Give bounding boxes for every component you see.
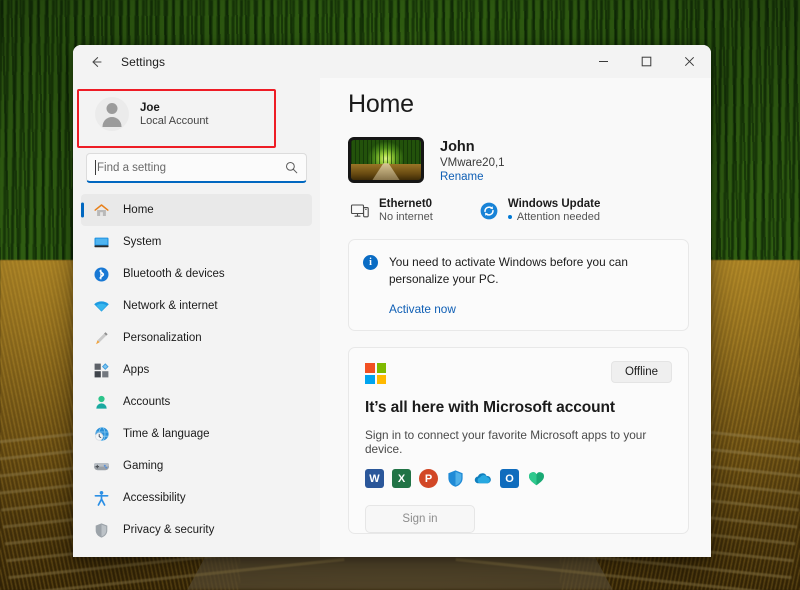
sidebar-item-label: Apps [123,364,149,376]
status-subtitle-wrap: Attention needed [508,211,601,223]
activate-now-link[interactable]: Activate now [389,302,672,316]
microsoft-logo-icon [365,363,386,384]
minimize-icon [598,56,609,67]
sidebar-item-label: Bluetooth & devices [123,268,225,280]
account-type: Local Account [140,115,209,127]
sidebar-item-label: Accounts [123,396,170,408]
thumbnail-canopy [351,140,421,165]
paintbrush-icon [93,330,110,347]
powerpoint-icon: P [419,469,438,488]
windows-update-icon [479,201,499,221]
search-icon[interactable] [285,161,298,174]
activation-body: You need to activate Windows before you … [389,254,672,316]
sidebar-item-time-language[interactable]: Time & language [81,418,312,450]
sidebar-navigation: Home System [81,194,312,546]
sidebar-item-system[interactable]: System [81,226,312,258]
status-row: Ethernet0 No internet Windows Update [350,198,689,223]
onedrive-icon [473,469,492,488]
sidebar-item-personalization[interactable]: Personalization [81,322,312,354]
microsoft-account-subtext: Sign in to connect your favorite Microso… [365,428,672,456]
search-container [86,153,307,183]
account-card[interactable]: Joe Local Account [85,87,308,141]
activation-message: You need to activate Windows before you … [389,254,672,288]
home-icon [93,202,110,219]
activation-card: i You need to activate Windows before yo… [348,239,689,331]
microsoft-account-heading: It’s all here with Microsoft account [365,399,672,417]
accessibility-icon [93,490,110,507]
health-icon [527,469,546,488]
shield-icon [93,522,110,539]
wifi-icon [93,298,110,315]
excel-icon: X [392,469,411,488]
maximize-button[interactable] [625,45,668,78]
app-icon-row: W X P O [365,469,672,488]
status-subtitle: Attention needed [517,211,600,223]
clock-globe-icon [93,426,110,443]
activation-inner: i You need to activate Windows before yo… [363,254,672,316]
defender-icon [446,469,465,488]
sidebar-item-label: System [123,236,161,248]
sidebar-item-network-internet[interactable]: Network & internet [81,290,312,322]
page-title: Home [348,90,689,119]
sidebar-item-apps[interactable]: Apps [81,354,312,386]
account-text: Joe Local Account [140,102,209,127]
sidebar-item-label: Gaming [123,460,163,472]
window-titlebar[interactable]: Settings [73,45,711,78]
status-badge: Offline [611,361,672,383]
minimize-button[interactable] [582,45,625,78]
word-icon: W [365,469,384,488]
sidebar-item-gaming[interactable]: Gaming [81,450,312,482]
sidebar-item-home[interactable]: Home [81,194,312,226]
sidebar-item-label: Privacy & security [123,524,214,536]
device-meta: John VMware20,1 Rename [440,137,505,183]
gamepad-icon [93,458,110,475]
sidebar-item-label: Time & language [123,428,210,440]
close-button[interactable] [668,45,711,78]
sidebar-item-label: Personalization [123,332,202,344]
status-title: Ethernet0 [379,198,433,210]
bluetooth-icon [93,266,110,283]
sidebar: Joe Local Account [73,78,320,557]
back-arrow-icon [89,55,103,69]
device-wallpaper-thumbnail [348,137,424,183]
content-area: Home John VMware20,1 Rename [320,78,711,557]
rename-link[interactable]: Rename [440,171,505,183]
sidebar-item-accounts[interactable]: Accounts [81,386,312,418]
back-button[interactable] [81,49,111,75]
person-icon [93,394,110,411]
status-title: Windows Update [508,198,601,210]
attention-dot-icon [508,215,512,219]
monitor-icon [93,234,110,251]
status-item-windows-update[interactable]: Windows Update Attention needed [479,198,601,223]
window-body: Joe Local Account [73,78,711,557]
sidebar-item-accessibility[interactable]: Accessibility [81,482,312,514]
sidebar-item-privacy-security[interactable]: Privacy & security [81,514,312,546]
device-name: John [440,139,505,155]
window-title: Settings [121,55,165,69]
person-avatar-icon [95,97,129,131]
sign-in-button[interactable]: Sign in [365,505,475,533]
ethernet-icon [350,201,370,221]
sidebar-item-label: Accessibility [123,492,186,504]
search-input[interactable] [86,153,307,183]
close-icon [684,56,695,67]
settings-window: Settings [73,45,711,557]
microsoft-account-card: Offline It’s all here with Microsoft acc… [348,347,689,534]
device-summary: John VMware20,1 Rename [348,137,689,183]
apps-grid-icon [93,362,110,379]
sidebar-item-label: Network & internet [123,300,218,312]
window-controls [582,45,711,78]
device-model: VMware20,1 [440,157,505,169]
info-icon: i [363,255,378,270]
search-text-caret [95,160,96,175]
account-name: Joe [140,102,209,114]
sidebar-item-bluetooth-devices[interactable]: Bluetooth & devices [81,258,312,290]
outlook-icon: O [500,469,519,488]
status-item-ethernet[interactable]: Ethernet0 No internet [350,198,433,223]
maximize-icon [641,56,652,67]
status-text: Ethernet0 No internet [379,198,433,223]
status-text: Windows Update Attention needed [508,198,601,223]
status-subtitle: No internet [379,211,433,223]
sidebar-item-label: Home [123,204,154,216]
